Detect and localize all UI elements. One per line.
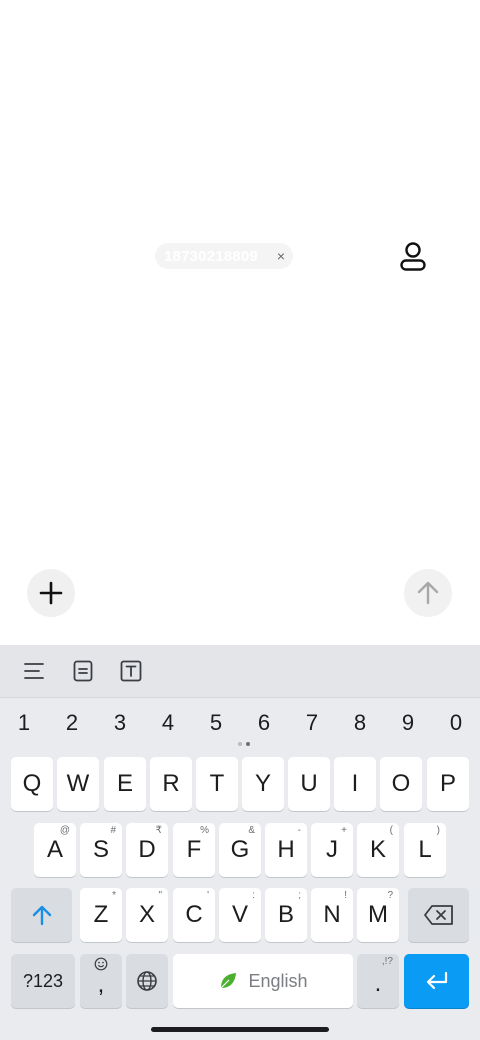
key-t[interactable]: T bbox=[196, 757, 238, 811]
key-1[interactable]: 1 bbox=[0, 705, 48, 741]
emoji-icon bbox=[94, 957, 108, 974]
align-left-icon[interactable] bbox=[22, 659, 46, 683]
key-d[interactable]: ₹ D bbox=[126, 823, 168, 877]
person-icon[interactable] bbox=[396, 240, 430, 274]
symbols-key[interactable]: ?123 bbox=[11, 954, 75, 1008]
key-7[interactable]: 7 bbox=[288, 705, 336, 741]
key-q[interactable]: Q bbox=[11, 757, 53, 811]
leaf-icon bbox=[221, 973, 237, 989]
add-button[interactable] bbox=[27, 569, 75, 617]
key-w[interactable]: W bbox=[57, 757, 99, 811]
key-x[interactable]: " X bbox=[126, 888, 168, 942]
plus-icon bbox=[39, 581, 63, 605]
key-g[interactable]: & G bbox=[219, 823, 261, 877]
number-row: 1 2 3 4 5 6 7 8 9 0 bbox=[0, 705, 480, 741]
enter-icon bbox=[426, 971, 447, 990]
shift-icon bbox=[32, 905, 51, 926]
arrow-up-icon bbox=[417, 581, 439, 605]
key-k[interactable]: (K bbox=[357, 823, 399, 877]
backspace-key[interactable] bbox=[408, 888, 469, 942]
key-y[interactable]: Y bbox=[242, 757, 284, 811]
globe-icon bbox=[137, 971, 157, 991]
key-8[interactable]: 8 bbox=[336, 705, 384, 741]
enter-key[interactable] bbox=[404, 954, 469, 1008]
key-0[interactable]: 0 bbox=[432, 705, 480, 741]
key-c[interactable]: ' C bbox=[173, 888, 215, 942]
text-format-icon[interactable] bbox=[119, 659, 143, 683]
key-v[interactable]: :V bbox=[219, 888, 261, 942]
key-l[interactable]: ) L bbox=[404, 823, 446, 877]
keyboard-toolbar bbox=[0, 645, 480, 698]
phone-number-text: 18730218809 bbox=[164, 247, 258, 265]
language-key[interactable] bbox=[126, 954, 168, 1008]
space-key[interactable]: English bbox=[173, 954, 353, 1008]
key-m[interactable]: ? M bbox=[357, 888, 399, 942]
backspace-icon bbox=[423, 905, 453, 925]
key-z[interactable]: * Z bbox=[80, 888, 122, 942]
key-3[interactable]: 3 bbox=[96, 705, 144, 741]
phone-number-chip[interactable]: 18730218809 × bbox=[155, 243, 293, 269]
key-f[interactable]: % F bbox=[173, 823, 215, 877]
key-s[interactable]: # S bbox=[80, 823, 122, 877]
key-9[interactable]: 9 bbox=[384, 705, 432, 741]
key-p[interactable]: P bbox=[427, 757, 469, 811]
key-n[interactable]: ! N bbox=[311, 888, 353, 942]
key-j[interactable]: + J bbox=[311, 823, 353, 877]
key-h[interactable]: -H bbox=[265, 823, 307, 877]
page-indicator bbox=[236, 742, 252, 748]
key-o[interactable]: O bbox=[380, 757, 422, 811]
clipboard-icon[interactable] bbox=[71, 659, 95, 683]
home-indicator[interactable] bbox=[151, 1027, 329, 1032]
key-6[interactable]: 6 bbox=[240, 705, 288, 741]
key-2[interactable]: 2 bbox=[48, 705, 96, 741]
send-button[interactable] bbox=[404, 569, 452, 617]
shift-key[interactable] bbox=[11, 888, 72, 942]
key-b[interactable]: ; B bbox=[265, 888, 307, 942]
key-5[interactable]: 5 bbox=[192, 705, 240, 741]
keyboard: 1 2 3 4 5 6 7 8 9 0 Q W E R T Y U I O P … bbox=[0, 645, 480, 1040]
comma-key[interactable]: , bbox=[80, 954, 122, 1008]
key-a[interactable]: @ A bbox=[34, 823, 76, 877]
key-u[interactable]: U bbox=[288, 757, 330, 811]
key-e[interactable]: E bbox=[104, 757, 146, 811]
key-4[interactable]: 4 bbox=[144, 705, 192, 741]
key-r[interactable]: R bbox=[150, 757, 192, 811]
close-icon[interactable]: × bbox=[277, 249, 285, 263]
period-key[interactable]: ,!? . bbox=[357, 954, 399, 1008]
key-i[interactable]: I bbox=[334, 757, 376, 811]
